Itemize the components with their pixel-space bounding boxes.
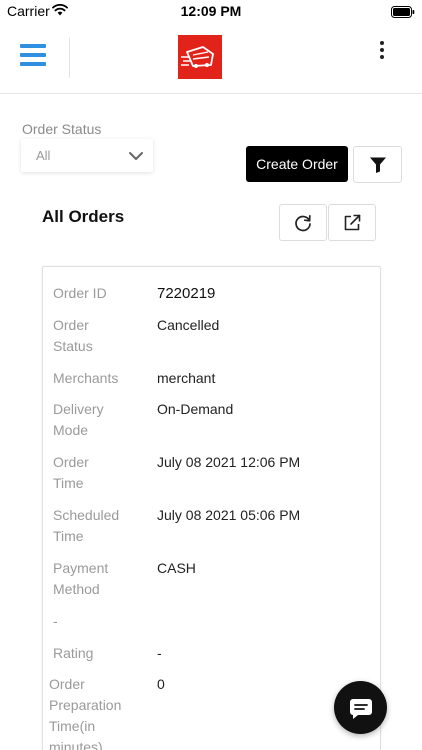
order-status-field-label-2: Status [53, 338, 93, 354]
order-status-select[interactable]: All [21, 139, 153, 172]
rating-label: Rating [53, 645, 94, 661]
delivery-van-logo [178, 35, 222, 79]
chevron-down-icon [128, 149, 144, 167]
filter-button[interactable] [353, 146, 402, 183]
battery-icon [391, 5, 415, 23]
delivery-mode-value: On-Demand [157, 401, 234, 417]
create-order-button[interactable]: Create Order [246, 146, 348, 182]
prep-time-label-2: Preparation [49, 697, 122, 713]
scheduled-time-label-2: Time [53, 528, 84, 544]
payment-method-label-2: Method [53, 581, 100, 597]
screen: Carrier 12:09 PM Order Status All Create… [0, 0, 422, 750]
status-bar: Carrier 12:09 PM [0, 0, 422, 22]
app-header [0, 22, 422, 94]
vertical-dots-icon[interactable] [376, 41, 388, 63]
delivery-mode-label-2: Mode [53, 422, 89, 438]
order-status-value: All [36, 148, 51, 163]
prep-time-value: 0 [157, 676, 165, 692]
order-id-label: Order ID [53, 285, 107, 301]
payment-method-value: CASH [157, 560, 196, 576]
order-status-value-text: Cancelled [157, 317, 220, 333]
order-time-label-2: Time [53, 475, 84, 491]
all-orders-title: All Orders [42, 207, 125, 226]
order-status-label: Order Status [22, 121, 102, 137]
scheduled-time-value: July 08 2021 05:06 PM [157, 507, 301, 523]
prep-time-label-4: minutes) [49, 739, 103, 750]
refresh-button[interactable] [279, 204, 327, 241]
chat-bubble-icon [349, 698, 372, 719]
rating-value: - [157, 645, 162, 661]
scheduled-time-label-1: Scheduled [53, 507, 120, 523]
empty-field-label: - [53, 613, 58, 629]
external-link-icon [344, 214, 361, 230]
order-status-field-label-1: Order [53, 317, 89, 333]
header-divider [69, 38, 70, 78]
payment-method-label-1: Payment [53, 560, 109, 576]
chat-button[interactable] [334, 681, 387, 734]
hamburger-menu-icon[interactable] [20, 44, 46, 68]
delivery-mode-label-1: Delivery [53, 401, 104, 417]
order-id-value: 7220219 [157, 285, 216, 302]
status-time: 12:09 PM [180, 3, 242, 19]
prep-time-label-3: Time(in [49, 718, 96, 734]
merchant-value: merchant [157, 370, 216, 386]
refresh-icon [295, 214, 311, 231]
merchants-label: Merchants [53, 370, 119, 386]
prep-time-label-1: Order [49, 676, 85, 692]
order-card[interactable]: Order ID 7220219 Order Status Cancelled … [42, 266, 381, 750]
funnel-icon [369, 157, 386, 173]
export-button[interactable] [328, 204, 376, 241]
order-time-label-1: Order [53, 454, 89, 470]
order-time-value: July 08 2021 12:06 PM [157, 454, 301, 470]
